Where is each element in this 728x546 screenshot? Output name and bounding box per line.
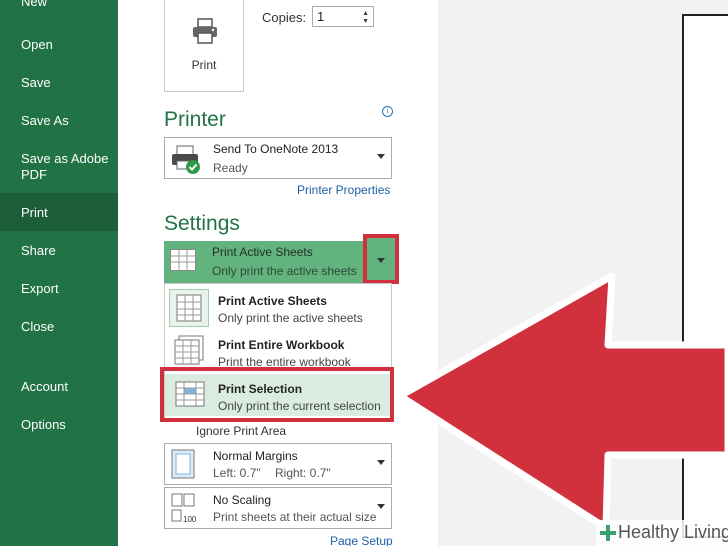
- watermark-text: Healthy Living: [618, 522, 728, 542]
- pointer-arrow: [396, 272, 728, 532]
- watermark: Healthy Living: [596, 520, 728, 546]
- plus-logo-icon: [600, 525, 616, 541]
